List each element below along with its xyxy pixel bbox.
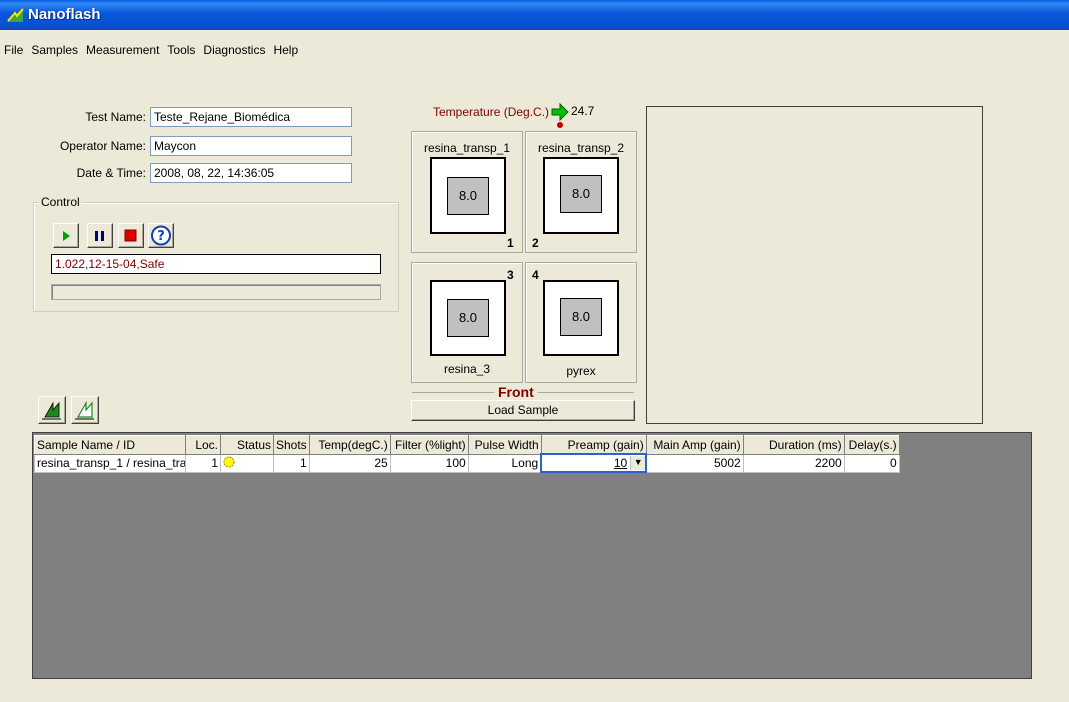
pause-icon: [95, 231, 104, 241]
app-logo-icon: [7, 8, 24, 22]
table-header-row: Sample Name / ID Loc. Status Shots Temp(…: [34, 435, 900, 455]
help-button[interactable]: ?: [148, 223, 174, 248]
arrow-right-icon: [551, 103, 569, 128]
menu-tools[interactable]: Tools: [163, 40, 199, 60]
cell-sample-name[interactable]: resina_transp_1 / resina_trai: [34, 453, 186, 473]
col-preamp[interactable]: Preamp (gain): [540, 435, 647, 455]
cell-status[interactable]: [220, 453, 274, 473]
menu-diagnostics[interactable]: Diagnostics: [199, 40, 269, 60]
measurement-display-panel: [646, 106, 983, 424]
holder-1-number: 1: [507, 236, 514, 250]
sample-table: Sample Name / ID Loc. Status Shots Temp(…: [34, 435, 900, 473]
holder-1-value: 8.0: [447, 177, 489, 215]
col-loc[interactable]: Loc.: [185, 435, 221, 455]
operator-name-field[interactable]: Maycon: [150, 136, 352, 156]
cell-pulse-width[interactable]: Long: [467, 453, 542, 473]
menu-help[interactable]: Help: [269, 40, 302, 60]
cell-filter[interactable]: 100: [389, 453, 469, 473]
datetime-label: Date & Time:: [76, 166, 146, 180]
menu-file[interactable]: File: [0, 40, 27, 60]
cell-preamp-dropdown[interactable]: 10 ▼: [540, 453, 648, 473]
play-button[interactable]: [53, 223, 79, 248]
holder-1-name: resina_transp_1: [423, 141, 511, 155]
cell-main-amp[interactable]: 5002: [645, 453, 744, 473]
title-bar: Nanoflash: [0, 0, 1069, 30]
col-filter[interactable]: Filter (%light): [389, 435, 469, 455]
window-title: Nanoflash: [28, 6, 101, 23]
pause-button[interactable]: [87, 223, 113, 248]
edit-sample-icon: [75, 400, 94, 420]
temperature-label: Temperature (Deg.C.): [433, 105, 550, 119]
menu-bar: File Samples Measurement Tools Diagnostics He…: [0, 40, 1069, 60]
control-progress-bar: [51, 284, 381, 300]
svg-text:?: ?: [157, 229, 165, 244]
holder-3-value: 8.0: [447, 299, 489, 337]
add-sample-icon: [42, 401, 61, 420]
cell-temp[interactable]: 25: [308, 453, 391, 473]
edit-sample-button[interactable]: [71, 396, 99, 424]
col-duration[interactable]: Duration (ms): [742, 435, 845, 455]
col-sample-name[interactable]: Sample Name / ID: [34, 435, 186, 455]
cell-shots[interactable]: 1: [273, 453, 310, 473]
help-icon: ?: [151, 225, 171, 246]
stop-button[interactable]: [118, 223, 144, 248]
test-name-field[interactable]: Teste_Rejane_Biomédica: [150, 107, 352, 127]
holder-4-number: 4: [532, 268, 539, 282]
temperature-value: 24.7: [571, 104, 595, 118]
stop-icon: [124, 229, 137, 242]
datetime-field[interactable]: 2008, 08, 22, 14:36:05: [150, 163, 352, 183]
load-sample-button[interactable]: Load Sample: [411, 400, 635, 421]
cell-duration[interactable]: 2200: [742, 453, 845, 473]
add-sample-button[interactable]: [38, 396, 66, 424]
preamp-value: 10: [613, 456, 628, 470]
status-indicator-icon: [223, 456, 235, 467]
play-icon: [63, 231, 70, 241]
holder-3-name: resina_3: [443, 362, 491, 376]
table-row[interactable]: resina_transp_1 / resina_trai 1 1 25 100…: [34, 453, 900, 473]
holder-2-name: resina_transp_2: [537, 141, 625, 155]
control-legend: Control: [39, 195, 82, 209]
holder-2-value: 8.0: [560, 175, 602, 213]
col-temp[interactable]: Temp(degC.): [308, 435, 391, 455]
holder-4-value: 8.0: [560, 298, 602, 336]
operator-name-label: Operator Name:: [59, 139, 146, 153]
col-pulse-width[interactable]: Pulse Width: [467, 435, 542, 455]
menu-samples[interactable]: Samples: [27, 40, 82, 60]
control-status-field: 1.022,12-15-04,Safe: [51, 254, 381, 274]
menu-measurement[interactable]: Measurement: [82, 40, 163, 60]
test-name-label: Test Name:: [85, 110, 146, 124]
col-shots[interactable]: Shots: [273, 435, 310, 455]
sample-grid: Sample Name / ID Loc. Status Shots Temp(…: [32, 432, 1032, 679]
chevron-down-icon[interactable]: ▼: [630, 456, 645, 470]
holder-3-number: 3: [507, 268, 514, 282]
cell-delay[interactable]: 0: [843, 453, 900, 473]
front-label: Front: [494, 384, 538, 400]
holder-2-number: 2: [532, 236, 539, 250]
col-delay[interactable]: Delay(s.): [843, 435, 900, 455]
col-main-amp[interactable]: Main Amp (gain): [645, 435, 744, 455]
holder-4-name: pyrex: [566, 364, 596, 378]
cell-loc[interactable]: 1: [185, 453, 221, 473]
col-status[interactable]: Status: [220, 435, 274, 455]
